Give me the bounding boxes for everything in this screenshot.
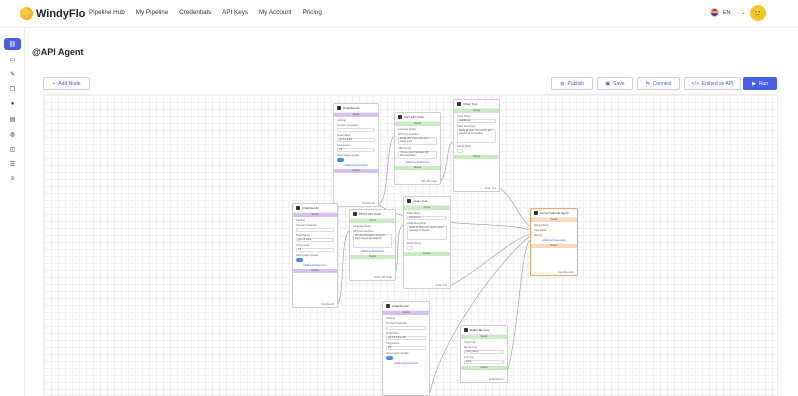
user-avatar[interactable]: 🙂 — [750, 5, 766, 21]
nav-credentials[interactable]: Credentials — [179, 9, 211, 16]
temperature-input[interactable]: 0.9 — [337, 148, 375, 152]
app-name: WindyFlo — [36, 7, 86, 20]
save-button[interactable]: ▣ Save — [597, 77, 633, 90]
plus-icon: + — [52, 80, 56, 87]
logo[interactable]: WindyFlo — [20, 7, 85, 20]
memory-key-input[interactable]: chat_history — [464, 350, 504, 354]
openai-icon — [296, 206, 300, 210]
chain-name-input[interactable]: weather-qa — [457, 119, 496, 123]
credential-select[interactable] — [386, 326, 426, 330]
globe-icon: ◍ — [560, 80, 565, 87]
model-select[interactable]: gpt-3.5-turbo — [296, 238, 334, 242]
template-icon[interactable]: ▭ — [4, 53, 21, 65]
temperature-input[interactable]: 0.9 — [386, 346, 426, 350]
tool-icon — [407, 199, 411, 203]
openai-icon — [337, 106, 341, 110]
additional-params-link[interactable]: Additional Parameters — [531, 239, 577, 242]
edit-icon[interactable]: ✎ — [4, 68, 21, 80]
additional-params-link[interactable]: Additional Parameters — [395, 161, 440, 164]
openai-icon — [386, 304, 390, 308]
language-label: EN — [723, 9, 731, 16]
chat-openai-node-bottom[interactable]: ChatOpenAI Inputs Caching Connect Creden… — [382, 301, 430, 396]
top-navbar: WindyFlo Pipeline Hub My Pipeline Creden… — [0, 0, 798, 28]
return-direct-checkbox[interactable] — [407, 246, 413, 250]
nav-pipeline-hub[interactable]: Pipeline Hub — [89, 9, 125, 16]
publish-button[interactable]: ◍ Publish — [551, 77, 593, 90]
model-select[interactable]: gpt-3.5-turbo — [337, 138, 375, 142]
nav-api-keys[interactable]: API Keys — [222, 9, 248, 16]
buffer-memory-node[interactable]: Buffer Memory Inputs Session Id Memory K… — [460, 325, 508, 383]
additional-params-link[interactable]: Additional Parameters — [350, 250, 395, 253]
return-direct-checkbox[interactable] — [457, 149, 463, 153]
url-prompt-textarea[interactable]: You are given the below API Documentatio… — [398, 151, 437, 159]
chevron-down-icon: ⌄ — [740, 10, 746, 16]
agent-icon — [534, 211, 538, 215]
image-upload-toggle[interactable] — [337, 158, 344, 162]
image-upload-toggle[interactable] — [296, 258, 303, 262]
code-icon: </> — [691, 80, 699, 87]
tool-icon — [457, 102, 461, 106]
save-icon: ▣ — [605, 80, 611, 87]
us-flag-icon — [710, 8, 719, 17]
database-icon[interactable]: ≡ — [4, 173, 21, 185]
input-key-input[interactable]: input — [464, 360, 504, 364]
model-select[interactable]: gpt-3.5-turbo-16k — [386, 336, 426, 340]
chain-icon — [353, 212, 357, 216]
get-api-chain-node[interactable]: GET API Chain Inputs Language Model API … — [394, 112, 441, 185]
chat-openai-node-top[interactable]: ChatOpenAI Inputs Caching Connect Creden… — [333, 103, 379, 207]
chain-description-textarea[interactable]: useful for when you need to send message… — [407, 226, 447, 240]
additional-params-link[interactable]: Additional Parameters — [293, 264, 337, 267]
credential-select[interactable] — [337, 128, 375, 132]
temperature-input[interactable]: 0.9 — [296, 248, 334, 252]
document-icon[interactable]: ▤ — [4, 113, 21, 125]
conversational-agent-node[interactable]: Conversational Agent Inputs Allowed Tool… — [530, 208, 578, 276]
nav-my-pipeline[interactable]: My Pipeline — [136, 9, 169, 16]
link-icon: ⇋ — [645, 80, 650, 87]
chat-openai-node-left[interactable]: ChatOpenAI Inputs Caching Connect Creden… — [292, 203, 338, 308]
memory-icon — [464, 328, 468, 332]
sidebar: ⛓ ▭ ✎ ❐ ● ▤ ◍ ◫ ☰ ≡ — [0, 28, 25, 396]
logo-icon — [20, 7, 33, 20]
additional-params-link[interactable]: Additional Parameters — [383, 362, 429, 365]
credential-select[interactable] — [296, 228, 334, 232]
embed-api-button[interactable]: </> Embed as API — [684, 77, 741, 90]
page-title: @API Agent — [32, 47, 84, 57]
post-api-chain-node[interactable]: POST API Chain Inputs Language Model API… — [349, 209, 396, 281]
chain-name-input[interactable]: discord-bot — [407, 216, 447, 220]
api-docs-textarea[interactable]: API documentation: Endpoint: https://eog… — [353, 234, 392, 248]
chain-tool-node-1[interactable]: Chain Tool Inputs Chain Name weather-qa C… — [453, 99, 500, 192]
additional-params-link[interactable]: Additional Parameters — [334, 164, 378, 167]
connect-button[interactable]: ⇋ Connect — [637, 77, 680, 90]
run-button[interactable]: ▶ Run — [743, 77, 777, 90]
copy-icon[interactable]: ❐ — [4, 83, 21, 95]
user-icon[interactable]: ● — [4, 98, 21, 110]
pipeline-icon[interactable]: ⛓ — [4, 38, 21, 50]
main-nav: Pipeline Hub My Pipeline Credentials API… — [89, 9, 322, 16]
image-upload-toggle[interactable] — [386, 356, 393, 360]
add-nodes-button[interactable]: + Add Node — [43, 77, 90, 90]
chat-icon[interactable]: ◫ — [4, 143, 21, 155]
chain-tool-node-2[interactable]: Chain Tool Inputs Chain Name discord-bot … — [403, 196, 451, 289]
settings-icon[interactable]: ☰ — [4, 158, 21, 170]
chain-description-textarea[interactable]: useful for when you need to ask question… — [457, 129, 496, 143]
nav-my-account[interactable]: My Account — [259, 9, 292, 16]
api-docs-textarea[interactable]: BASE URL: https://api.open-meteo.com/ — [398, 137, 437, 145]
chain-icon — [398, 115, 402, 119]
language-selector[interactable]: EN ⌄ — [710, 8, 746, 17]
play-icon: ▶ — [751, 80, 756, 87]
globe-icon[interactable]: ◍ — [4, 128, 21, 140]
nav-pricing[interactable]: Pricing — [303, 9, 322, 16]
